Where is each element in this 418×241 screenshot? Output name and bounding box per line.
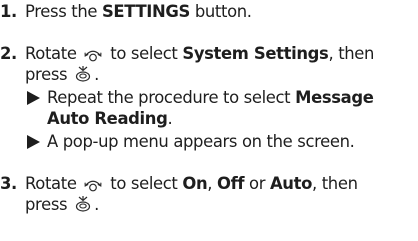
substep-1-line-1: Repeat the procedure to select Message (0, 88, 374, 108)
step-1-text-after: button. (189, 2, 252, 21)
step-3-select-text: to select (105, 174, 183, 193)
step-3-then-text: , then (312, 174, 358, 193)
substep-1-text: Repeat the procedure to select (47, 88, 296, 107)
substep-2-text: A pop-up menu appears on the screen. (47, 132, 355, 151)
interface-dial-press-icon (74, 195, 92, 218)
step-1-bold: SETTINGS (101, 2, 190, 21)
step-3-line-1: 3. Rotate to select On, Off or Auto, then (0, 174, 358, 197)
step-3-option-off: Off (217, 174, 245, 193)
step-3-option-on: On (182, 174, 208, 193)
step-3-sep-2: or (244, 174, 270, 193)
step-1-number: 1. (0, 2, 17, 21)
step-3-period: . (94, 195, 99, 214)
step-3-rotate-text: Rotate (25, 174, 82, 193)
step-3-sep-1: , (207, 174, 217, 193)
step-3-line-2: press . (0, 195, 99, 218)
substep-1-period: . (167, 109, 173, 128)
interface-dial-rotate-icon (83, 176, 103, 197)
step-2-bold-system-settings: System Settings (182, 44, 329, 63)
interface-dial-rotate-icon (83, 46, 103, 67)
step-2-rotate-text: Rotate (25, 44, 82, 63)
interface-dial-press-icon (74, 65, 92, 88)
step-2-press-text: press (25, 65, 73, 84)
step-2-line-1: 2. Rotate to select System Settings, then (0, 44, 374, 67)
substep-1-line-2: Auto Reading. (0, 109, 173, 129)
step-2-line-2: press . (0, 65, 99, 88)
step-1-text-before: Press the (25, 2, 102, 21)
step-2-then-text: , then (328, 44, 375, 63)
substep-1-bold-message: Message (295, 88, 374, 107)
step-3-press-text: press (25, 195, 73, 214)
substep-2-line: A pop-up menu appears on the screen. (0, 132, 355, 152)
substep-1-bold-auto-reading: Auto Reading (47, 109, 168, 128)
step-2-period: . (94, 65, 99, 84)
instruction-document: 1. Press the SETTINGS button. 2. Rotate to… (0, 0, 418, 241)
step-3-option-auto: Auto (269, 174, 313, 193)
step-2-select-text: to select (105, 44, 183, 63)
step-2-number: 2. (0, 44, 17, 63)
step-3-number: 3. (0, 174, 17, 193)
step-1-line: 1. Press the SETTINGS button. (0, 2, 252, 22)
